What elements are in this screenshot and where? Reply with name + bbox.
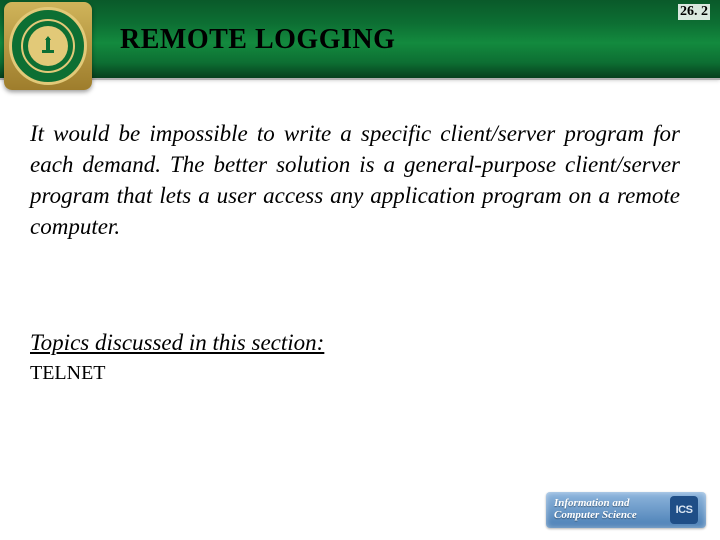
slide: REMOTE LOGGING 26. 2 It would be impossi… <box>0 0 720 540</box>
footer-badge: ICS <box>670 496 698 524</box>
footer-line1: Information and <box>554 497 630 509</box>
logo-text-ring <box>21 19 75 73</box>
page-number: 26. 2 <box>678 4 710 20</box>
footer-line2: Computer Science <box>554 509 637 521</box>
university-logo <box>4 2 92 90</box>
footer-text: Information and Computer Science <box>554 498 666 521</box>
topics-heading: Topics discussed in this section: <box>30 330 324 356</box>
slide-title: REMOTE LOGGING <box>120 24 395 56</box>
header-divider <box>0 78 720 80</box>
footer-logo: Information and Computer Science ICS <box>546 492 706 528</box>
logo-outer-ring <box>9 7 87 85</box>
body-paragraph: It would be impossible to write a specif… <box>30 118 680 242</box>
footer-badge-text: ICS <box>676 504 693 516</box>
topics-item: TELNET <box>30 362 106 385</box>
